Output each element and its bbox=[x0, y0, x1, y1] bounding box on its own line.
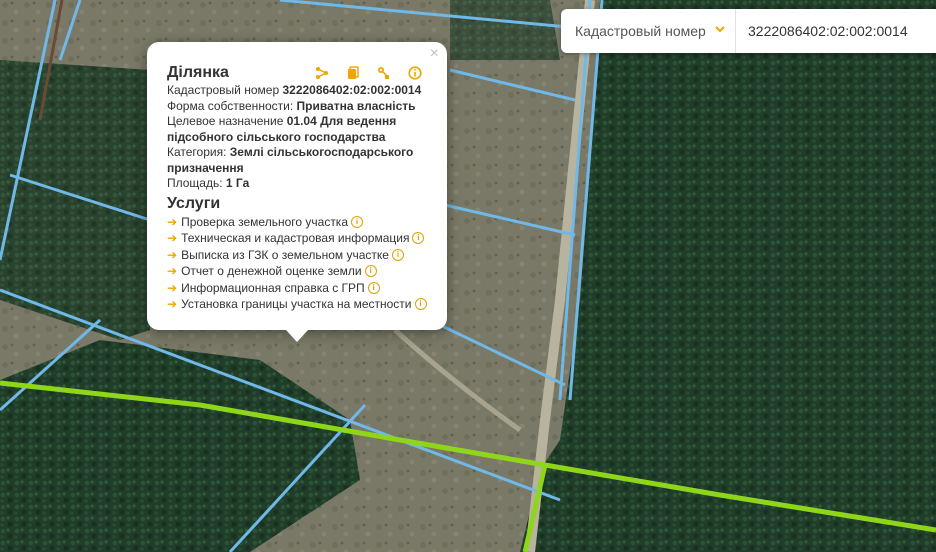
purpose-value-1: 01.04 Для ведення bbox=[286, 114, 397, 128]
search-type-label: Кадастровый номер bbox=[575, 23, 706, 39]
arrow-right-icon: ➔ bbox=[167, 297, 178, 311]
services-title: Услуги bbox=[167, 194, 221, 212]
satellite-map[interactable] bbox=[0, 0, 936, 552]
ownership-label: Форма собственности: bbox=[167, 98, 294, 113]
chevron-down-icon bbox=[715, 24, 725, 36]
area-label: Площадь: bbox=[167, 176, 223, 190]
category-row: Категория: Землі сільськогосподарського … bbox=[167, 145, 427, 176]
search-input[interactable] bbox=[736, 9, 936, 53]
cadastral-value: 3222086402:02:002:0014 bbox=[282, 83, 422, 97]
service-label: Установка границы участка на местности bbox=[181, 297, 412, 311]
purpose-row: Целевое назначение 01.04 Для ведення під… bbox=[167, 114, 427, 145]
search-type-select[interactable]: Кадастровый номер bbox=[561, 9, 736, 53]
service-item-valuation[interactable]: ➔ Отчет о денежной оценке земли i bbox=[167, 263, 427, 280]
service-label: Техническая и кадастровая информация bbox=[181, 231, 410, 245]
area-value: 1 Га bbox=[225, 176, 250, 190]
location-icon[interactable] bbox=[375, 64, 392, 81]
service-item-check[interactable]: ➔ Проверка земельного участка i bbox=[167, 214, 427, 231]
ownership-value: Приватна власність bbox=[296, 98, 416, 113]
category-label: Категория: bbox=[167, 145, 227, 159]
ownership-row: Форма собственности: Приватна власність bbox=[167, 99, 427, 115]
purpose-label: Целевое назначение bbox=[167, 114, 284, 128]
cadastral-row: Кадастровый номер 3222086402:02:002:0014 bbox=[167, 83, 427, 99]
info-icon[interactable] bbox=[406, 64, 423, 81]
cadastral-label: Кадастровый номер bbox=[167, 83, 280, 97]
service-label: Проверка земельного участка bbox=[181, 214, 348, 229]
parcel-popup: × Ділянка Кадастровый номер 3222086402:0… bbox=[147, 42, 447, 342]
info-icon[interactable]: i bbox=[351, 215, 363, 228]
arrow-right-icon: ➔ bbox=[167, 214, 178, 229]
service-item-boundary[interactable]: ➔ Установка границы участка на местности… bbox=[167, 296, 427, 313]
area-row: Площадь: 1 Га bbox=[167, 176, 427, 192]
purpose-value-2: підсобного сільського господарства bbox=[167, 129, 386, 144]
search-bar: Кадастровый номер bbox=[561, 9, 936, 53]
service-item-technical[interactable]: ➔ Техническая и кадастровая информация i bbox=[167, 230, 427, 247]
service-label: Выписка из ГЗК о земельном участке bbox=[181, 247, 389, 262]
info-icon[interactable]: i bbox=[412, 232, 425, 245]
close-icon[interactable]: × bbox=[430, 45, 439, 63]
arrow-right-icon: ➔ bbox=[167, 264, 178, 278]
category-value-2: призначення bbox=[167, 160, 244, 175]
info-icon[interactable]: i bbox=[391, 248, 404, 261]
arrow-right-icon: ➔ bbox=[167, 247, 178, 262]
share-icon[interactable] bbox=[313, 64, 330, 81]
arrow-right-icon: ➔ bbox=[167, 231, 178, 245]
forest-strip-top bbox=[450, 0, 560, 60]
services-list: ➔ Проверка земельного участка i ➔ Технич… bbox=[167, 214, 427, 313]
service-item-grp[interactable]: ➔ Информационная справка с ГРП i bbox=[167, 280, 427, 297]
info-icon[interactable]: i bbox=[367, 281, 380, 294]
service-label: Информационная справка с ГРП bbox=[181, 280, 365, 295]
service-label: Отчет о денежной оценке земли bbox=[181, 264, 362, 278]
category-value-1: Землі сільськогосподарського bbox=[229, 145, 414, 159]
popup-toolbar bbox=[313, 64, 423, 81]
info-icon[interactable]: i bbox=[414, 298, 427, 311]
info-icon[interactable]: i bbox=[364, 265, 377, 278]
arrow-right-icon: ➔ bbox=[167, 280, 178, 295]
service-item-extract[interactable]: ➔ Выписка из ГЗК о земельном участке i bbox=[167, 247, 427, 264]
copy-icon[interactable] bbox=[344, 64, 361, 81]
